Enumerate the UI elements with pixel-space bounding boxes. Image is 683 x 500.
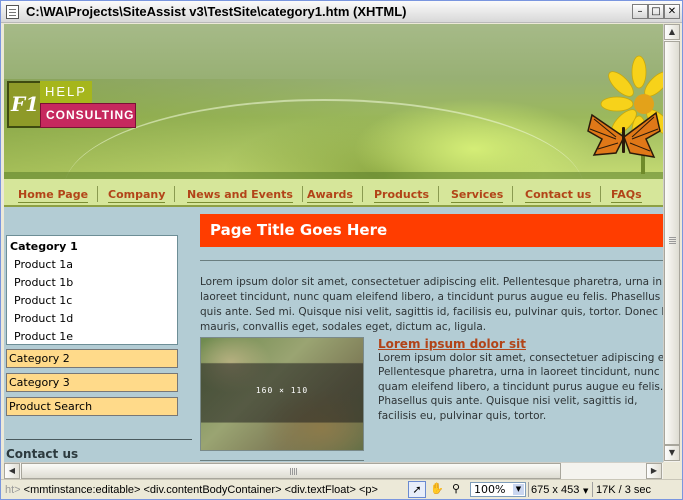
chevron-down-icon[interactable]: ▼ xyxy=(513,484,524,495)
sidebar-item-product-1d[interactable]: Product 1d xyxy=(14,312,73,325)
scroll-left-button[interactable]: ◀ xyxy=(4,463,20,479)
window-title: C:\WA\Projects\SiteAssist v3\TestSite\ca… xyxy=(26,4,407,19)
scroll-up-button[interactable]: ▲ xyxy=(664,24,680,40)
scrollbar-corner xyxy=(663,462,680,479)
vertical-scroll-thumb[interactable] xyxy=(664,41,680,445)
image-underline xyxy=(200,460,364,461)
editor-window: C:\WA\Projects\SiteAssist v3\TestSite\ca… xyxy=(0,0,683,500)
sidebar-category-2[interactable]: Category 2 xyxy=(6,349,178,368)
close-button[interactable]: ✕ xyxy=(664,4,680,19)
nav-faqs[interactable]: FAQs xyxy=(611,188,642,203)
sidebar-category-3[interactable]: Category 3 xyxy=(6,373,178,392)
status-separator xyxy=(528,482,529,497)
sidebar-item-product-1c[interactable]: Product 1c xyxy=(14,294,72,307)
zoom-tool-icon[interactable]: ⚲ xyxy=(447,481,465,498)
logo-consulting-text: CONSULTING xyxy=(40,103,136,128)
main-nav: Home Page Company News and Events Awards… xyxy=(4,179,663,207)
horizontal-scrollbar[interactable]: ◀ ▶ xyxy=(4,462,663,479)
nav-services[interactable]: Services xyxy=(451,186,514,203)
image-placeholder[interactable]: 160 × 110 xyxy=(200,337,364,451)
status-separator xyxy=(592,482,593,497)
sub-paragraph: Lorem ipsum dolor sit amet, consectetuer… xyxy=(378,352,663,422)
sidebar-item-product-1e[interactable]: Product 1e xyxy=(14,330,73,343)
tag-selector-prefix: ht> xyxy=(5,484,21,496)
horizontal-scroll-thumb[interactable] xyxy=(21,463,561,479)
scroll-down-button[interactable]: ▼ xyxy=(664,445,680,461)
sidebar-category-1: Category 1 Product 1a Product 1b Product… xyxy=(6,235,178,345)
nav-products[interactable]: Products xyxy=(374,186,440,203)
page-title-bar: Page Title Goes Here xyxy=(200,214,663,247)
document-icon xyxy=(6,5,19,19)
sidebar-item-product-1b[interactable]: Product 1b xyxy=(14,276,73,289)
intro-paragraph: Lorem ipsum dolor sit amet, consectetuer… xyxy=(200,276,663,333)
zoom-select[interactable]: 100% ▼ xyxy=(470,482,526,497)
minimize-button[interactable]: – xyxy=(632,4,648,19)
image-placeholder-label: 160 × 110 xyxy=(255,386,309,395)
logo-f1-mark: F1 xyxy=(7,81,43,128)
title-bar[interactable]: C:\WA\Projects\SiteAssist v3\TestSite\ca… xyxy=(1,1,682,23)
vertical-scrollbar[interactable]: ▲ ▼ xyxy=(663,24,680,462)
logo-help-text: HELP xyxy=(40,81,92,103)
maximize-button[interactable]: □ xyxy=(648,4,664,19)
zoom-value: 100% xyxy=(474,483,506,496)
nav-contact-us[interactable]: Contact us xyxy=(525,186,602,203)
download-size-time: 17K / 3 sec xyxy=(596,484,652,496)
nav-news-and-events[interactable]: News and Events xyxy=(187,186,303,203)
f1-consulting-logo[interactable]: F1 HELP CONSULTING xyxy=(7,81,136,128)
window-size-chevron-icon[interactable]: ▼ xyxy=(583,487,588,495)
tag-selector[interactable]: ht> <mmtinstance:editable> <div.contentB… xyxy=(5,484,378,496)
page-title: Page Title Goes Here xyxy=(210,221,388,239)
butterfly-image xyxy=(587,111,661,158)
status-tools: ➚ ✋ ⚲ xyxy=(406,481,466,498)
nav-company[interactable]: Company xyxy=(108,186,176,203)
category-1-title[interactable]: Category 1 xyxy=(10,240,78,253)
nav-awards[interactable]: Awards xyxy=(307,186,363,203)
hand-tool-icon[interactable]: ✋ xyxy=(428,481,446,498)
nav-home-page[interactable]: Home Page xyxy=(18,186,99,203)
content-divider xyxy=(200,260,663,261)
tag-selector-path[interactable]: <mmtinstance:editable> <div.contentBodyC… xyxy=(21,484,378,496)
sidebar-divider xyxy=(6,439,192,440)
sidebar-item-product-1a[interactable]: Product 1a xyxy=(14,258,73,271)
sub-heading-link[interactable]: Lorem ipsum dolor sit xyxy=(378,337,526,351)
scroll-right-button[interactable]: ▶ xyxy=(646,463,662,479)
select-pointer-icon[interactable]: ➚ xyxy=(408,481,426,498)
header-bottom-strip xyxy=(4,172,663,179)
design-view[interactable]: F1 HELP CONSULTING Home Page Company New… xyxy=(4,24,663,462)
contact-us-heading: Contact us xyxy=(6,447,79,461)
status-bar: ht> <mmtinstance:editable> <div.contentB… xyxy=(1,479,682,499)
site-header: F1 HELP CONSULTING xyxy=(4,24,663,179)
window-size[interactable]: 675 x 453 xyxy=(531,484,579,496)
sidebar-product-search[interactable]: Product Search xyxy=(6,397,178,416)
